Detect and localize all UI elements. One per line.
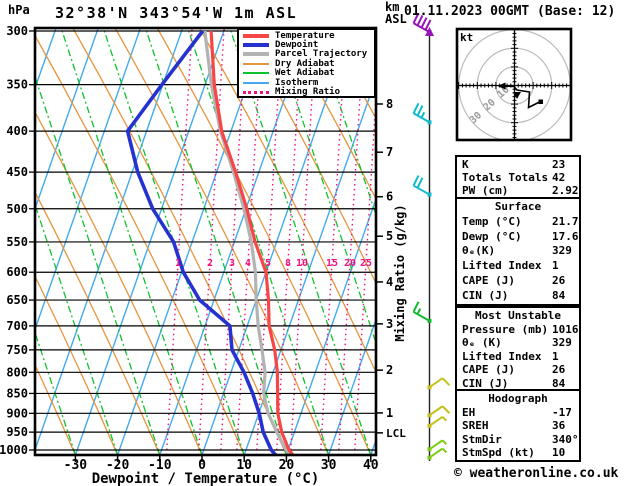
pressure-tick-label: 300 [6,24,28,38]
altitude-tick-label: 2 [386,363,393,377]
most-unstable-panel: Most Unstable Pressure (mb) 1016 θₑ (K) 32… [455,306,581,393]
legend-swatch-dewpoint [243,43,269,48]
stat-row: Dewp (°C) 17.6 [462,229,579,243]
hodograph-ring-label: 30 [468,110,484,126]
stat-row: CAPE (J) 26 [462,363,566,377]
pressure-tick-label: 1000 [0,443,28,457]
altitude-unit-label: km ASL [385,0,407,26]
hodograph-ring-label: 20 [482,97,498,113]
mixing-ratio-value-label: 2 [207,258,213,269]
legend-swatch-wet-adiabat [243,72,269,75]
legend-item: Wet Adiabat [243,68,374,78]
temperature-axis-title: Dewpoint / Temperature (°C) [91,471,320,486]
mixing-ratio-value-label: 3 [229,258,235,269]
stat-row: CAPE (J) 26 [462,273,566,287]
panel-title: Hodograph [488,392,548,405]
pressure-tick-label: 700 [6,319,28,333]
legend-item: Temperature [243,31,374,41]
datetime-label: 01.11.2023 00GMT (Base: 12) [404,4,616,19]
altitude-tick-label: 7 [386,145,393,159]
stat-row: CIN (J) 84 [462,288,566,302]
altitude-tick-label: 1 [386,406,393,420]
pressure-tick-label: 900 [6,406,28,420]
stat-row: Totals Totals 42 [462,170,566,184]
hodograph-unit-label: kt [460,31,474,44]
skewt-sounding-page: 300 350 400 450 500 550 600 650 700 750 800 850 900 9… [0,0,629,486]
pressure-tick-label: 850 [6,386,28,400]
legend-swatch-parcel-trajectory [243,52,269,57]
stat-row: PW (cm) 2.92 [462,183,579,197]
legend-swatch-temperature [243,33,269,38]
stat-row: StmDir 340° [462,432,579,446]
pressure-tick-label: 600 [6,265,28,279]
hodograph-stats-panel: Hodograph EH -17 SREH 36 StmDir 340° StmSpd… [455,389,581,462]
mixing-ratio-value-label: 20 [344,258,356,269]
wind-barb-column [412,12,451,461]
mixing-ratio-value-label: 25 [360,258,372,269]
stat-row: Lifted Index 1 [462,349,559,363]
station-title: 32°38'N 343°54'W 1m ASL [55,4,298,22]
pressure-tick-label: 750 [6,343,28,357]
mixing-ratio-value-label: 5 [265,258,271,269]
mixing-ratio-value-label: 1 [175,258,181,269]
stat-row: Pressure (mb) 1016 [462,322,579,336]
legend-item: Parcel Trajectory [243,49,374,59]
stat-row: θₑ(K) 329 [462,244,572,258]
mixing-ratio-value-label: 8 [285,258,291,269]
mixing-ratio-value-label: 15 [326,258,338,269]
panel-title: Most Unstable [474,309,562,322]
mixing-ratio-value-label: 4 [245,258,251,269]
stat-row: K 23 [462,158,566,171]
hodograph: 102030 [458,29,571,140]
legend-swatch-mixing-ratio [243,90,269,94]
pressure-tick-label: 400 [6,124,28,138]
pressure-tick-label: 550 [6,235,28,249]
legend-swatch-isotherm [243,81,269,84]
surface-panel: Surface Temp (°C) 21.7 Dewp (°C) 17.6 θₑ(K… [455,197,581,306]
stat-row: SREH 36 [462,419,566,433]
indices-panel: K 23 Totals Totals 42 PW (cm) 2.92 [455,155,581,199]
legend-item: Isotherm [243,78,374,88]
stat-row: StmSpd (kt) 10 [462,446,566,460]
stat-row: EH -17 [462,405,572,419]
pressure-unit-label: hPa [8,3,30,17]
legend: Temperature Dewpoint Parcel Trajectory Dry … [237,28,376,98]
pressure-tick-label: 950 [6,425,28,439]
legend-label: Mixing Ratio [275,87,341,98]
mixing-ratio-value-label: 10 [296,258,308,269]
altitude-tick-label: 8 [386,97,393,111]
pressure-tick-label: 500 [6,202,28,216]
mixing-ratio-axis-label: Mixing Ratio (g/kg) [393,204,407,342]
pressure-tick-label: 650 [6,293,28,307]
panel-title: Surface [494,200,542,213]
altitude-tick-label: LCL [386,427,406,440]
pressure-tick-label: 350 [6,78,28,92]
legend-swatch-dry-adiabat [243,62,269,65]
pressure-tick-label: 800 [6,365,28,379]
stat-row: Lifted Index 1 [462,259,559,273]
pressure-tick-label: 450 [6,165,28,179]
stat-row: Temp (°C) 21.7 [462,214,579,228]
copyright-label: © weatheronline.co.uk [454,466,619,481]
stat-row: θₑ (K) 329 [462,336,572,350]
legend-item: Mixing Ratio [243,87,374,98]
